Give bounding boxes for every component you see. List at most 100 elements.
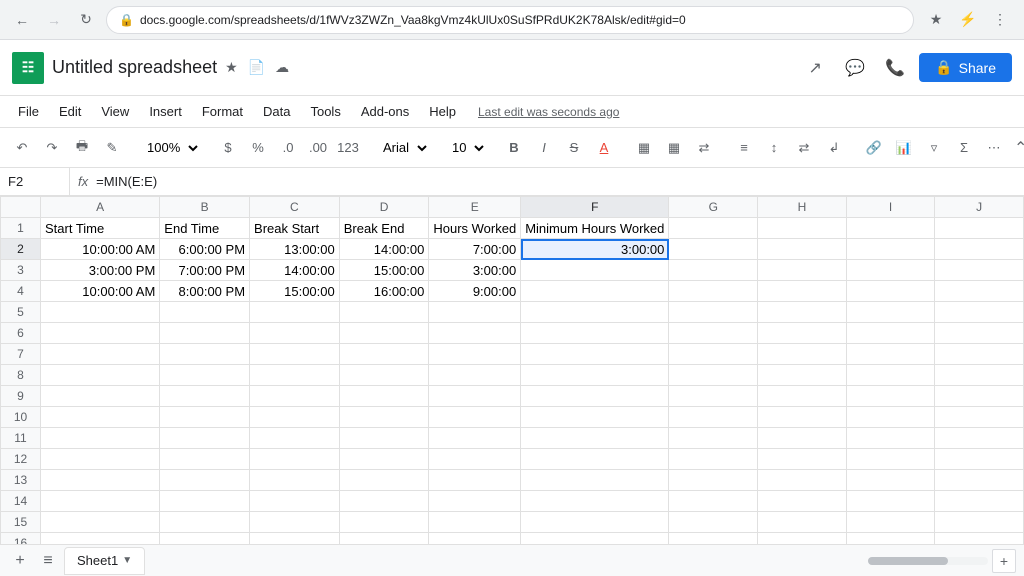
table-cell[interactable] [339, 365, 429, 386]
table-cell[interactable] [758, 302, 847, 323]
chart-button[interactable]: 📊 [890, 134, 918, 162]
table-cell[interactable] [846, 512, 935, 533]
table-cell[interactable] [758, 533, 847, 545]
table-cell[interactable] [429, 491, 521, 512]
table-cell[interactable] [935, 281, 1024, 302]
table-cell[interactable] [160, 344, 250, 365]
table-cell[interactable] [429, 302, 521, 323]
merge-button[interactable]: ⇄ [690, 134, 718, 162]
font-size-select[interactable]: 10 [443, 135, 488, 161]
table-cell[interactable]: 6:00:00 PM [160, 239, 250, 260]
row-number[interactable]: 11 [1, 428, 41, 449]
table-cell[interactable]: 15:00:00 [250, 281, 340, 302]
table-cell[interactable]: 3:00:00 PM [41, 260, 160, 281]
last-edit-link[interactable]: Last edit was seconds ago [478, 105, 619, 119]
table-cell[interactable] [935, 344, 1024, 365]
col-header-J[interactable]: J [935, 197, 1024, 218]
table-cell[interactable] [521, 470, 669, 491]
move-to-folder-button[interactable]: 📄 [246, 57, 267, 78]
table-cell[interactable] [41, 302, 160, 323]
table-cell[interactable] [429, 365, 521, 386]
table-cell[interactable] [521, 407, 669, 428]
row-number[interactable]: 5 [1, 302, 41, 323]
table-cell[interactable] [41, 491, 160, 512]
table-cell[interactable] [521, 491, 669, 512]
table-cell[interactable] [758, 281, 847, 302]
table-cell[interactable] [669, 239, 758, 260]
strikethrough-button[interactable]: S [560, 134, 588, 162]
table-cell[interactable]: 10:00:00 AM [41, 239, 160, 260]
table-cell[interactable] [669, 323, 758, 344]
table-cell[interactable] [41, 533, 160, 545]
table-cell[interactable] [160, 533, 250, 545]
table-cell[interactable] [758, 365, 847, 386]
table-cell[interactable] [160, 386, 250, 407]
row-number[interactable]: 4 [1, 281, 41, 302]
table-cell[interactable] [935, 302, 1024, 323]
row-number[interactable]: 16 [1, 533, 41, 545]
row-number[interactable]: 1 [1, 218, 41, 239]
table-cell[interactable] [339, 470, 429, 491]
explore-button[interactable]: ↗ [799, 52, 831, 84]
toolbar-collapse-button[interactable]: ⌃ [1010, 134, 1024, 162]
col-header-G[interactable]: G [669, 197, 758, 218]
table-cell[interactable] [429, 428, 521, 449]
table-cell[interactable] [935, 365, 1024, 386]
table-cell[interactable] [250, 302, 340, 323]
row-number[interactable]: 3 [1, 260, 41, 281]
table-cell[interactable] [429, 449, 521, 470]
table-cell[interactable] [429, 407, 521, 428]
menu-data[interactable]: Data [253, 100, 300, 123]
table-cell[interactable] [935, 323, 1024, 344]
table-cell[interactable]: 9:00:00 [429, 281, 521, 302]
table-cell[interactable] [935, 533, 1024, 545]
table-cell[interactable]: 3:00:00 [521, 239, 669, 260]
table-cell[interactable] [935, 218, 1024, 239]
table-cell[interactable] [160, 365, 250, 386]
sheet-container[interactable]: A B C D E F G H I J 1Start TimeEnd TimeB… [0, 196, 1024, 544]
table-cell[interactable] [935, 470, 1024, 491]
menu-tools[interactable]: Tools [300, 100, 350, 123]
table-cell[interactable] [935, 386, 1024, 407]
table-cell[interactable] [935, 491, 1024, 512]
menu-edit[interactable]: Edit [49, 100, 91, 123]
table-cell[interactable]: 15:00:00 [339, 260, 429, 281]
explore-sheets-button[interactable]: + [992, 549, 1016, 573]
table-cell[interactable] [339, 449, 429, 470]
table-cell[interactable] [160, 407, 250, 428]
table-cell[interactable] [250, 491, 340, 512]
valign-button[interactable]: ↕ [760, 134, 788, 162]
table-cell[interactable] [669, 281, 758, 302]
font-select[interactable]: Arial [374, 135, 431, 161]
table-cell[interactable] [41, 407, 160, 428]
table-cell[interactable] [339, 323, 429, 344]
table-cell[interactable] [41, 512, 160, 533]
table-cell[interactable] [521, 323, 669, 344]
table-cell[interactable] [846, 302, 935, 323]
col-header-F[interactable]: F [521, 197, 669, 218]
print-button[interactable]: 🖶 [68, 134, 96, 162]
bold-button[interactable]: B [500, 134, 528, 162]
table-cell[interactable] [758, 449, 847, 470]
table-cell[interactable] [429, 533, 521, 545]
table-cell[interactable] [521, 533, 669, 545]
table-cell[interactable] [758, 512, 847, 533]
table-cell[interactable] [846, 491, 935, 512]
col-header-B[interactable]: B [160, 197, 250, 218]
table-cell[interactable] [521, 281, 669, 302]
table-cell[interactable] [846, 428, 935, 449]
table-cell[interactable]: 10:00:00 AM [41, 281, 160, 302]
table-cell[interactable] [339, 512, 429, 533]
browser-menu-button[interactable]: ⋮ [986, 6, 1014, 34]
share-button[interactable]: 🔒 Share [919, 53, 1012, 82]
table-cell[interactable] [521, 428, 669, 449]
table-cell[interactable] [758, 386, 847, 407]
table-cell[interactable] [41, 449, 160, 470]
row-number[interactable]: 8 [1, 365, 41, 386]
table-cell[interactable] [669, 470, 758, 491]
table-cell[interactable] [846, 533, 935, 545]
cell-reference[interactable]: F2 [0, 168, 70, 195]
row-number[interactable]: 10 [1, 407, 41, 428]
table-cell[interactable] [935, 260, 1024, 281]
decimal-increase-button[interactable]: .00 [304, 134, 332, 162]
